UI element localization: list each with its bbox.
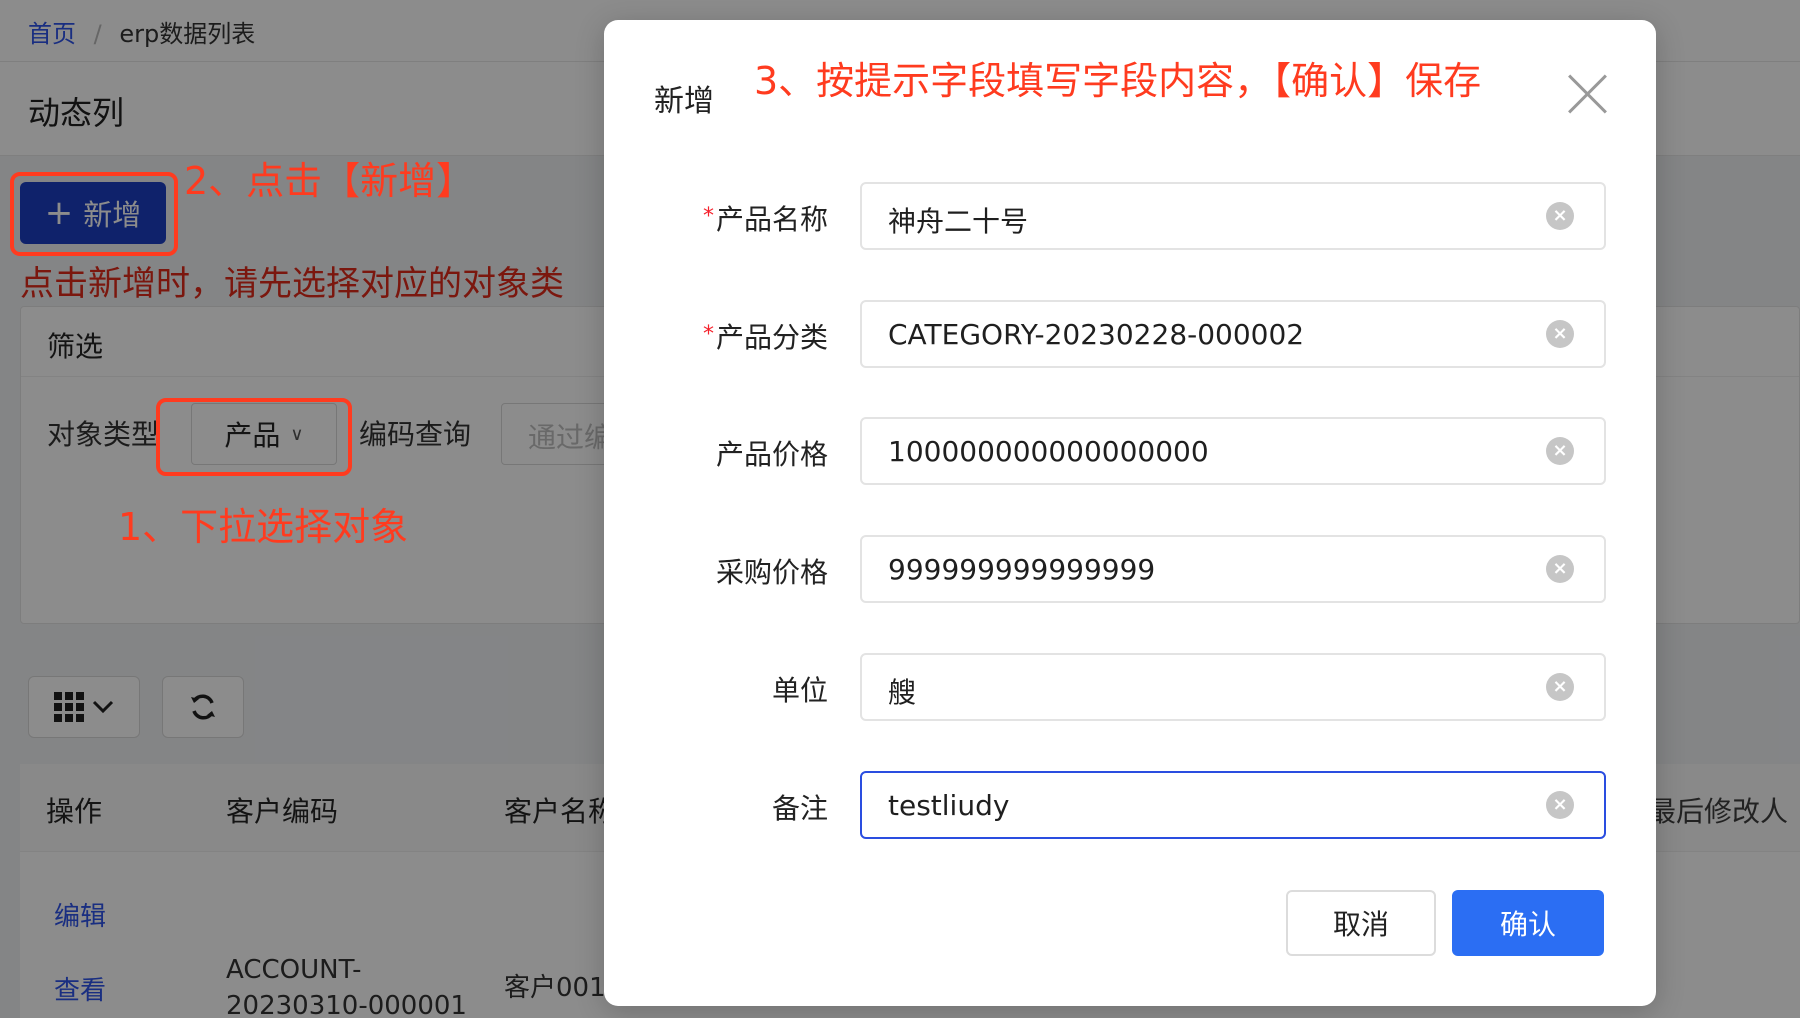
clear-icon[interactable]: × xyxy=(1546,673,1574,701)
product-price-input[interactable]: 100000000000000000 xyxy=(860,417,1606,485)
form-row-remark: 备注 testliudy × xyxy=(604,771,1656,839)
product-price-label: 产品价格 xyxy=(715,438,828,471)
clear-icon[interactable]: × xyxy=(1546,202,1574,230)
form-row-unit: 单位 艘 × xyxy=(604,653,1656,721)
unit-input[interactable]: 艘 xyxy=(860,653,1606,721)
annotation-box-object-type xyxy=(156,398,352,476)
clear-icon[interactable]: × xyxy=(1546,437,1574,465)
add-modal: 新增 3、按提示字段填写字段内容，【确认】保存 *产品名称 神舟二十号 × *产… xyxy=(604,20,1656,1006)
annotation-step2: 2、点击【新增】 xyxy=(184,159,475,203)
form-row-purchase-price: 采购价格 999999999999999 × xyxy=(604,535,1656,603)
annotation-box-add xyxy=(10,172,178,256)
modal-title: 新增 xyxy=(654,84,714,119)
form-row-product-name: *产品名称 神舟二十号 × xyxy=(604,182,1656,250)
product-category-label: *产品分类 xyxy=(702,321,828,354)
remark-input[interactable]: testliudy xyxy=(860,771,1606,839)
form-row-product-category: *产品分类 CATEGORY-20230228-000002 × xyxy=(604,300,1656,368)
clear-icon[interactable]: × xyxy=(1546,791,1574,819)
annotation-step3: 3、按提示字段填写字段内容，【确认】保存 xyxy=(754,59,1482,103)
close-icon[interactable] xyxy=(1566,72,1610,116)
clear-icon[interactable]: × xyxy=(1546,320,1574,348)
annotation-step1: 1、下拉选择对象 xyxy=(118,505,409,549)
column-header-last-modifier: 最后修改人 xyxy=(1648,795,1789,828)
purchase-price-label: 采购价格 xyxy=(715,556,828,589)
unit-label: 单位 xyxy=(771,674,828,707)
product-name-input[interactable]: 神舟二十号 xyxy=(860,182,1606,250)
required-mark: * xyxy=(702,204,714,229)
clear-icon[interactable]: × xyxy=(1546,555,1574,583)
required-mark: * xyxy=(702,322,714,347)
purchase-price-input[interactable]: 999999999999999 xyxy=(860,535,1606,603)
form-row-product-price: 产品价格 100000000000000000 × xyxy=(604,417,1656,485)
product-name-label: *产品名称 xyxy=(702,203,828,236)
remark-label: 备注 xyxy=(771,792,828,825)
confirm-button[interactable]: 确认 xyxy=(1452,890,1604,956)
product-category-input[interactable]: CATEGORY-20230228-000002 xyxy=(860,300,1606,368)
cancel-button[interactable]: 取消 xyxy=(1286,890,1436,956)
